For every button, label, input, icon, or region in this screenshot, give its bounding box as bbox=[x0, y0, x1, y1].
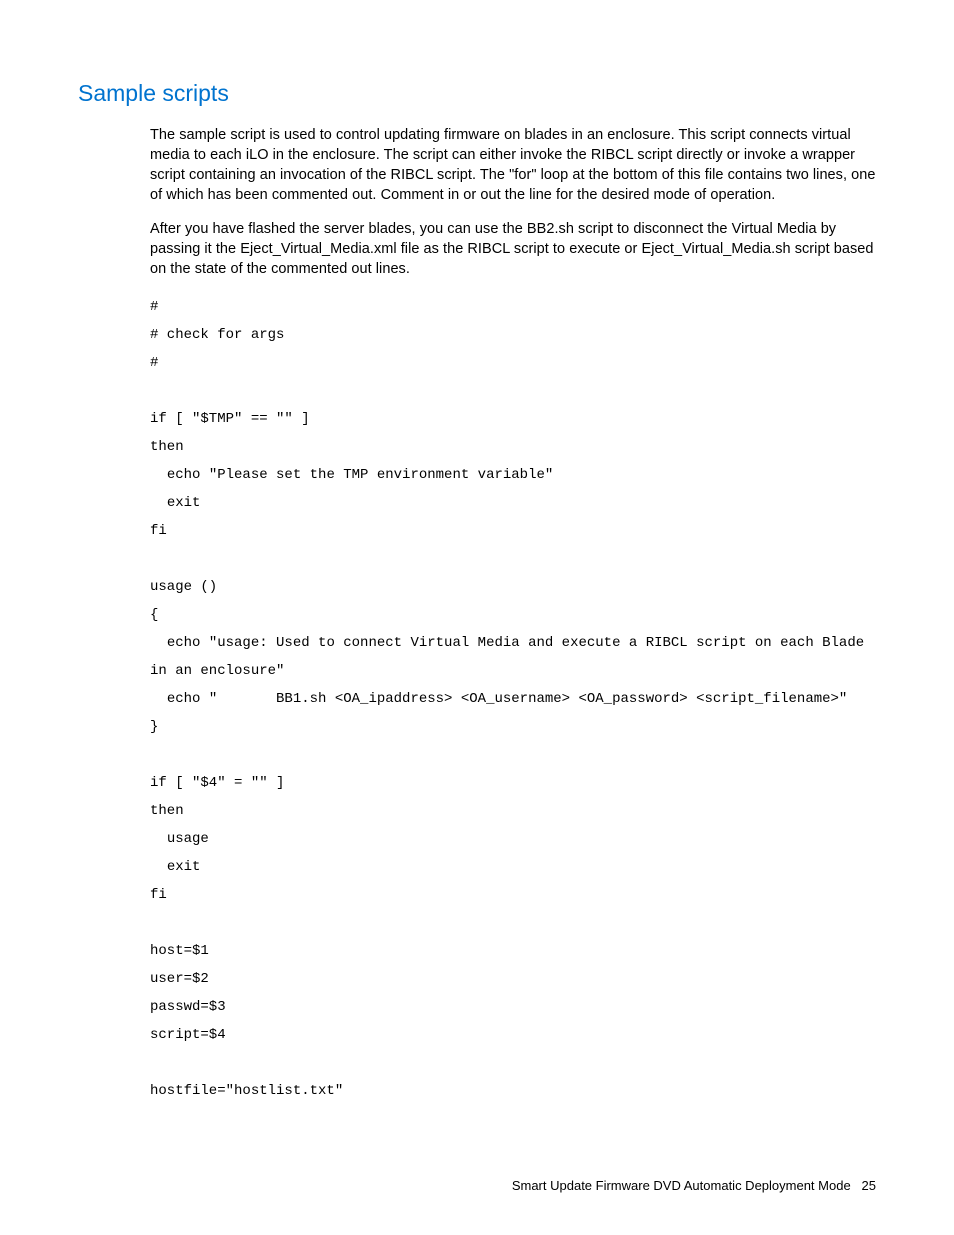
paragraph-2: After you have flashed the server blades… bbox=[150, 219, 876, 279]
paragraph-1: The sample script is used to control upd… bbox=[150, 125, 876, 205]
section-heading: Sample scripts bbox=[78, 80, 876, 107]
footer-title: Smart Update Firmware DVD Automatic Depl… bbox=[512, 1178, 851, 1193]
footer-page-number: 25 bbox=[862, 1178, 876, 1193]
document-page: Sample scripts The sample script is used… bbox=[0, 0, 954, 1235]
page-footer: Smart Update Firmware DVD Automatic Depl… bbox=[512, 1178, 876, 1193]
code-sample: # # check for args # if [ "$TMP" == "" ]… bbox=[150, 293, 876, 1105]
